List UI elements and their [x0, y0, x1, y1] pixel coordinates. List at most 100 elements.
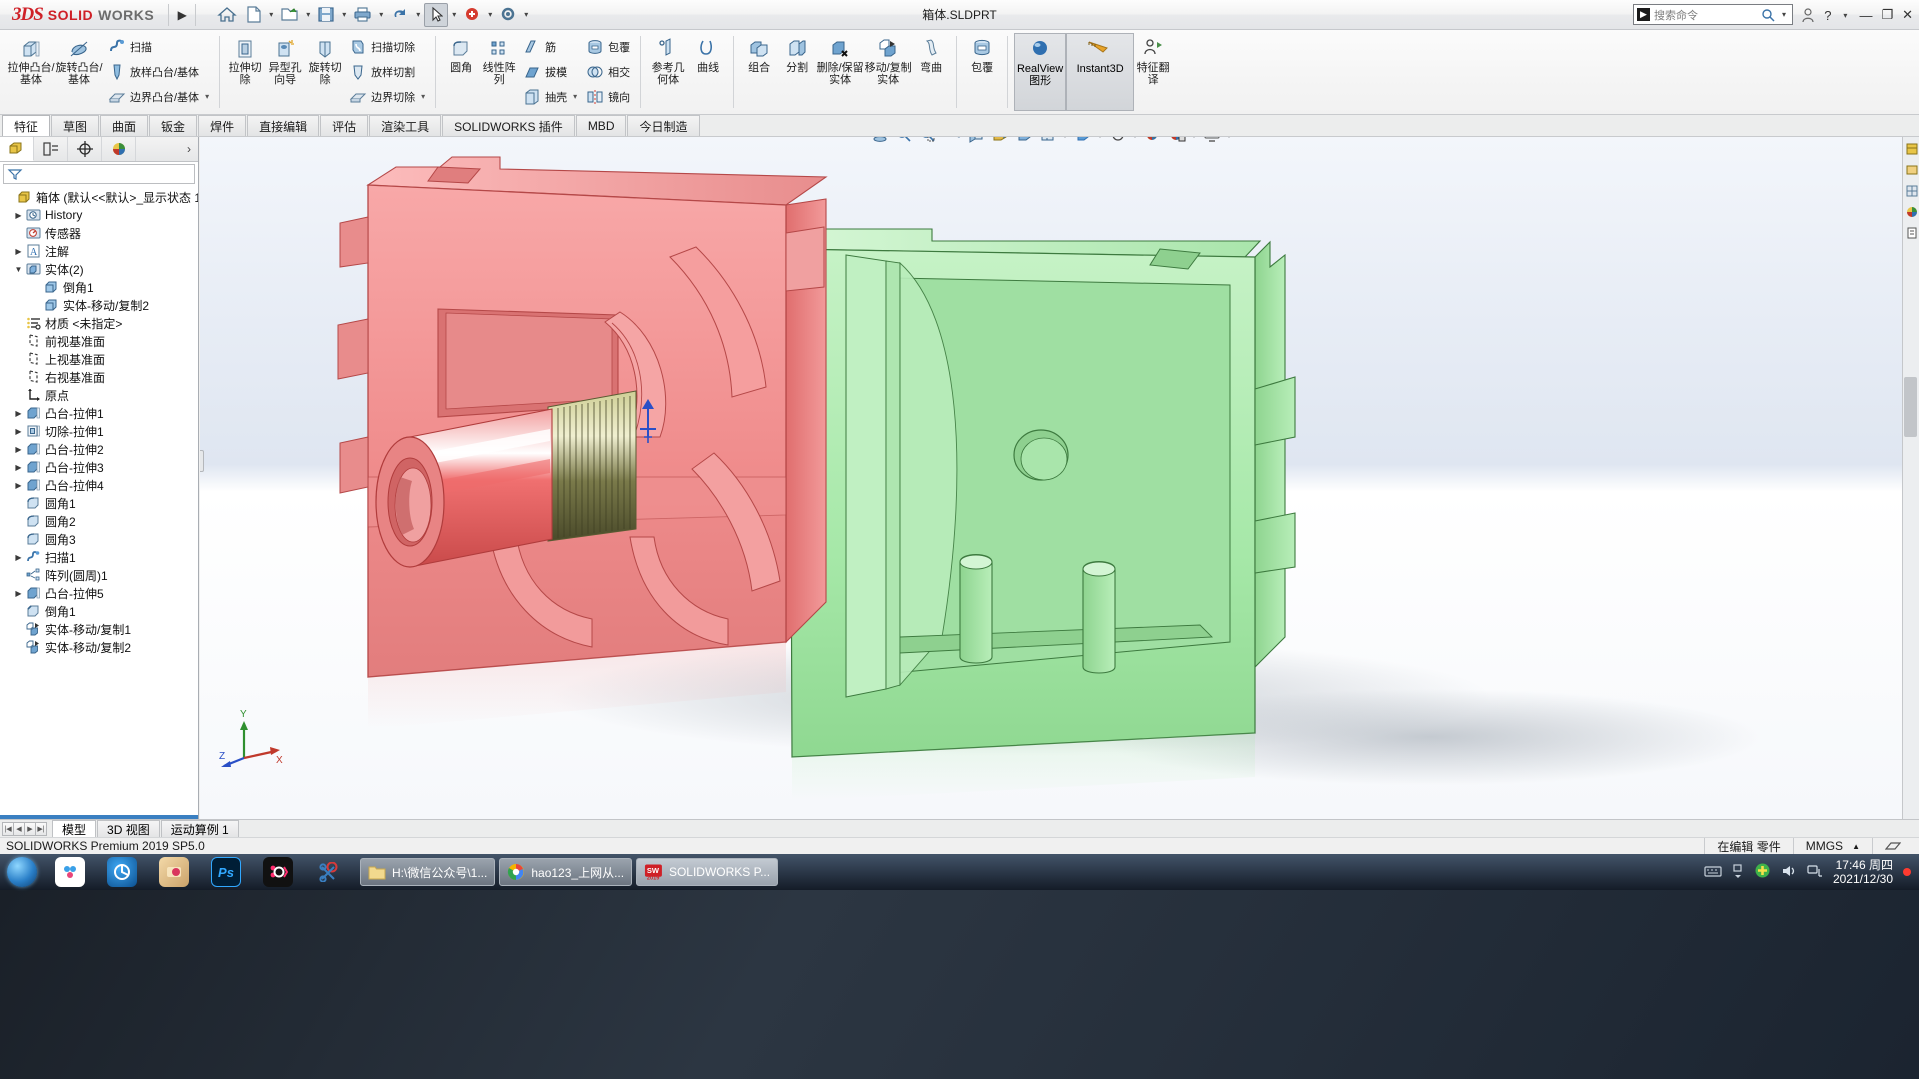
feature-translate-button[interactable]: 特征翻译 [1134, 32, 1172, 112]
sweep-cut-button[interactable]: 扫描切除 [344, 34, 429, 59]
delete-keep-body-button[interactable]: 删除/保留实体 [816, 32, 864, 112]
tree-expander[interactable]: ▶ [12, 211, 25, 220]
tab-motion-study[interactable]: 运动算例 1 [160, 820, 239, 837]
open-caret[interactable]: ▾ [303, 10, 313, 19]
tree-item[interactable]: 实体-移动/复制2 [0, 296, 198, 314]
undo-caret[interactable]: ▾ [413, 10, 423, 19]
property-manager-tab[interactable] [34, 137, 68, 161]
tree-item[interactable]: ▶ 扫描1 [0, 548, 198, 566]
tree-item[interactable]: 圆角2 [0, 512, 198, 530]
expand-tray-icon[interactable] [1732, 863, 1744, 881]
tab-sheetmetal[interactable]: 钣金 [149, 115, 198, 136]
tree-item[interactable]: 材质 <未指定> [0, 314, 198, 332]
tree-expander[interactable]: ▶ [12, 481, 25, 490]
options-caret[interactable]: ▾ [521, 10, 531, 19]
sweep-button[interactable]: 扫描 [103, 34, 213, 59]
maximize-button[interactable]: ❐ [1881, 7, 1893, 23]
move-copy-body-button[interactable]: 移动/复制实体 [864, 32, 912, 112]
wrap-button[interactable]: 包覆 [581, 34, 634, 59]
tree-item[interactable]: ▶ 凸台-拉伸2 [0, 440, 198, 458]
tree-expander[interactable]: ▶ [12, 247, 25, 256]
home-icon[interactable] [214, 3, 240, 27]
tree-item[interactable]: 传感器 [0, 224, 198, 242]
tab-solidworks-addins[interactable]: SOLIDWORKS 插件 [442, 115, 575, 136]
select-icon[interactable] [424, 2, 449, 27]
graphics-area[interactable]: ▾ ▾ ▾ ▾ ▾ — ❐ ✕ [200, 137, 1902, 819]
panel-collapse-handle[interactable] [200, 450, 204, 472]
display-manager-tab[interactable] [102, 137, 136, 161]
boundary-cut-caret[interactable]: ▾ [419, 92, 425, 101]
tab-features[interactable]: 特征 [2, 115, 51, 136]
tab-surfaces[interactable]: 曲面 [100, 115, 149, 136]
tree-expander[interactable]: ▼ [12, 265, 25, 274]
shell-caret[interactable]: ▾ [571, 92, 577, 101]
status-units-caret[interactable]: ▲ [1852, 842, 1860, 851]
intersect-button[interactable]: 相交 [581, 59, 634, 84]
realview-graphics-button[interactable]: RealView 图形 [1014, 33, 1067, 111]
help-caret[interactable]: ▾ [1840, 11, 1850, 20]
flex-button[interactable]: 弯曲 [912, 32, 950, 112]
configuration-manager-tab[interactable] [68, 137, 102, 161]
open-icon[interactable] [277, 3, 302, 27]
tab-manufacture-today[interactable]: 今日制造 [627, 115, 700, 136]
tree-root-item[interactable]: 箱体 (默认<<默认>_显示状态 1>) [0, 188, 198, 206]
tree-item[interactable]: 倒角1 [0, 278, 198, 296]
tree-item[interactable]: 实体-移动/复制2 [0, 638, 198, 656]
boundary-boss-button[interactable]: 边界凸台/基体 ▾ [103, 84, 213, 109]
boundary-boss-caret[interactable]: ▾ [203, 92, 209, 101]
snip-tool-icon[interactable] [304, 855, 356, 889]
tree-item[interactable]: ▶ 凸台-拉伸5 [0, 584, 198, 602]
wrap2-button[interactable]: 包覆 [963, 32, 1001, 112]
save-icon[interactable] [314, 3, 338, 27]
loft-boss-button[interactable]: 放样凸台/基体 [103, 59, 213, 84]
tree-item[interactable]: 圆角1 [0, 494, 198, 512]
camera360-icon[interactable] [96, 855, 148, 889]
tree-item[interactable]: 右视基准面 [0, 368, 198, 386]
tree-item[interactable]: 圆角3 [0, 530, 198, 548]
keyboard-icon[interactable] [1704, 865, 1722, 880]
tree-item[interactable]: 上视基准面 [0, 350, 198, 368]
draft-button[interactable]: 拔模 [518, 59, 581, 84]
tree-expander[interactable]: ▶ [12, 589, 25, 598]
design-library-icon[interactable] [1903, 139, 1919, 158]
okcool-icon[interactable] [252, 855, 304, 889]
menu-expand-arrow[interactable]: ▶ [173, 0, 191, 30]
undo-icon[interactable] [387, 3, 412, 27]
file-explorer-icon[interactable] [1903, 160, 1919, 179]
tree-filter-input[interactable] [3, 164, 195, 184]
tree-item[interactable]: ▶ 凸台-拉伸1 [0, 404, 198, 422]
rib-button[interactable]: 筋 [518, 34, 581, 59]
tree-expander[interactable]: ▶ [12, 427, 25, 436]
tab-model[interactable]: 模型 [52, 820, 97, 837]
volume-icon[interactable] [1781, 864, 1797, 881]
tab-mbd[interactable]: MBD [575, 115, 627, 136]
boundary-cut-button[interactable]: 边界切除 ▾ [344, 84, 429, 109]
fillet-button[interactable]: 圆角 [442, 32, 480, 112]
graphics-scrollbar-thumb[interactable] [1904, 377, 1917, 437]
tab-direct-editing[interactable]: 直接编辑 [247, 115, 320, 136]
search-command-box[interactable]: ▶ 搜索命令 ▾ [1633, 4, 1793, 25]
feature-manager-tab[interactable] [0, 137, 34, 161]
reference-geometry-button[interactable]: 参考几何体 [647, 32, 689, 112]
taskbar-window-browser[interactable]: hao123_上网从... [499, 858, 633, 886]
media-player-icon[interactable] [148, 855, 200, 889]
status-units[interactable]: MMGS ▲ [1792, 837, 1872, 855]
panel-expand-arrow[interactable]: › [136, 137, 198, 161]
new-document-icon[interactable] [241, 3, 265, 27]
network-icon[interactable] [1807, 864, 1823, 881]
combine-button[interactable]: 组合 [740, 32, 778, 112]
taskbar-window-solidworks[interactable]: SW 2019 SOLIDWORKS P... [636, 858, 779, 886]
tree-item[interactable]: ▼ 实体(2) [0, 260, 198, 278]
rebuild-icon[interactable] [460, 3, 484, 27]
tree-item[interactable]: 实体-移动/复制1 [0, 620, 198, 638]
tree-item[interactable]: ▶ 切除-拉伸1 [0, 422, 198, 440]
split-button[interactable]: 分割 [778, 32, 816, 112]
tree-item[interactable]: ▶ History [0, 206, 198, 224]
taskbar-window-folder[interactable]: H:\微信公众号\1... [360, 858, 496, 886]
loft-cut-button[interactable]: 放样切割 [344, 59, 429, 84]
tree-item[interactable]: ▶ 凸台-拉伸3 [0, 458, 198, 476]
new-document-caret[interactable]: ▾ [266, 10, 276, 19]
taskbar-clock[interactable]: 17:46 周四 2021/12/30 [1833, 858, 1893, 886]
tree-item[interactable]: 阵列(圆周)1 [0, 566, 198, 584]
view-palette-icon[interactable] [1903, 181, 1919, 200]
